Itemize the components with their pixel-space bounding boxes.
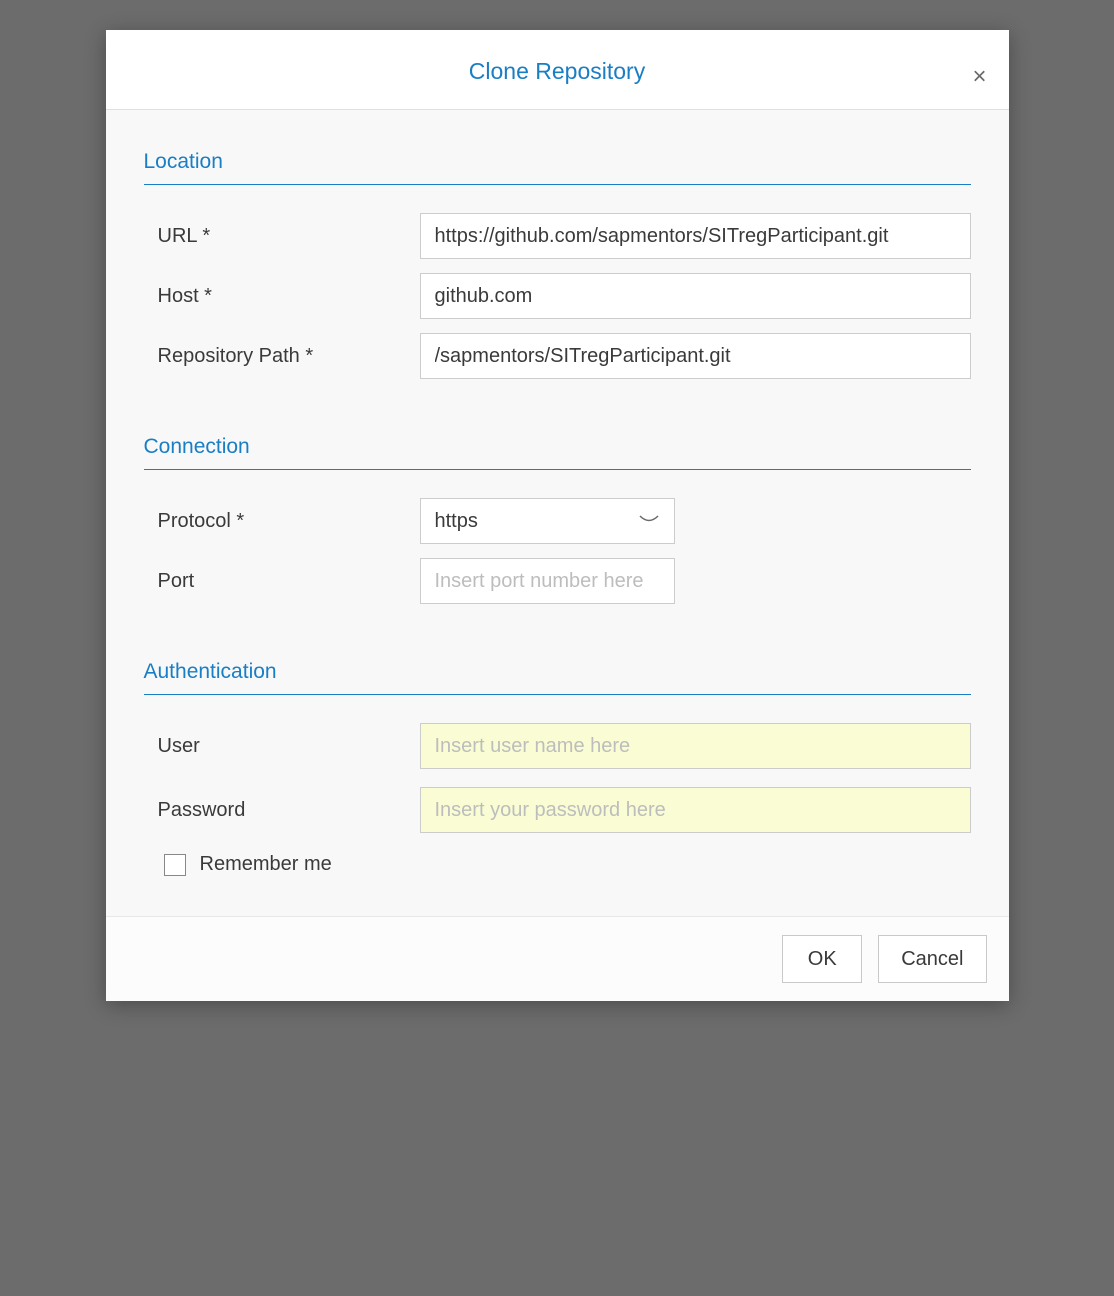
protocol-select[interactable]: https <box>420 498 675 544</box>
port-row: Port <box>144 558 971 604</box>
dialog-header: Clone Repository × <box>106 30 1009 110</box>
connection-section-title: Connection <box>144 435 971 470</box>
url-input[interactable] <box>420 213 971 259</box>
location-section: Location URL * Host * Repository Path * <box>144 150 971 379</box>
password-label: Password <box>158 799 420 822</box>
user-label: User <box>158 735 420 758</box>
dialog-footer: OK Cancel <box>106 916 1009 1001</box>
host-row: Host * <box>144 273 971 319</box>
cancel-button[interactable]: Cancel <box>878 935 986 983</box>
location-section-title: Location <box>144 150 971 185</box>
repo-path-input[interactable] <box>420 333 971 379</box>
remember-me-label: Remember me <box>200 853 332 876</box>
repo-path-row: Repository Path * <box>144 333 971 379</box>
authentication-section: Authentication User Password Remember me <box>144 660 971 876</box>
host-input[interactable] <box>420 273 971 319</box>
protocol-row: Protocol * https <box>144 498 971 544</box>
url-label: URL * <box>158 225 420 248</box>
protocol-label: Protocol * <box>158 510 420 533</box>
ok-button[interactable]: OK <box>782 935 862 983</box>
clone-repository-dialog: Clone Repository × Location URL * Host *… <box>106 30 1009 1001</box>
connection-section: Connection Protocol * https Port <box>144 435 971 604</box>
repo-path-label: Repository Path * <box>158 345 420 368</box>
url-row: URL * <box>144 213 971 259</box>
user-row: User <box>144 723 971 769</box>
password-input[interactable] <box>420 787 971 833</box>
port-input[interactable] <box>420 558 675 604</box>
user-input[interactable] <box>420 723 971 769</box>
password-row: Password <box>144 787 971 833</box>
dialog-title: Clone Repository <box>126 58 989 85</box>
port-label: Port <box>158 570 420 593</box>
protocol-select-wrapper: https <box>420 498 675 544</box>
host-label: Host * <box>158 285 420 308</box>
remember-me-checkbox[interactable] <box>164 854 186 876</box>
authentication-section-title: Authentication <box>144 660 971 695</box>
close-icon[interactable]: × <box>972 65 986 89</box>
remember-me-row: Remember me <box>144 853 971 876</box>
dialog-body: Location URL * Host * Repository Path * … <box>106 110 1009 916</box>
